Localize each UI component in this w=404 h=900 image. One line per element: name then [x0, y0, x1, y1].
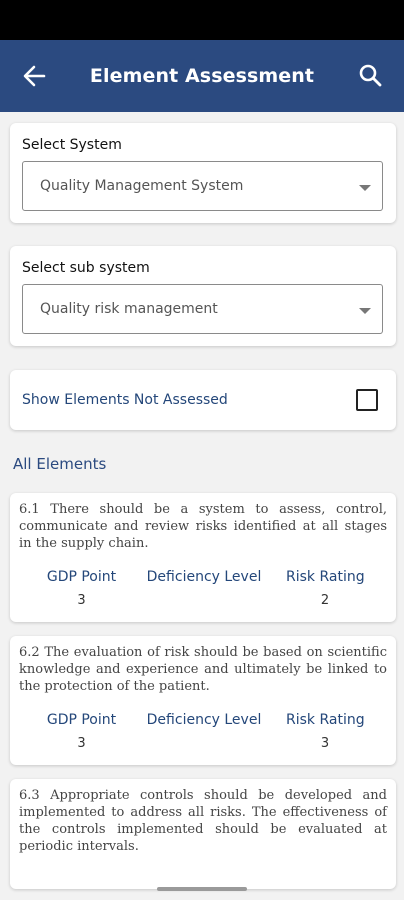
subsystem-card: Select sub system Quality risk managemen… [10, 246, 396, 346]
system-card: Select System Quality Management System [10, 123, 396, 223]
element-text: 6.3 Appropriate controls should be devel… [19, 788, 387, 854]
deficiency-level: Deficiency Level [146, 712, 262, 736]
risk-rating: Risk Rating 3 [286, 712, 365, 751]
risk-rating-label: Risk Rating [286, 712, 365, 728]
app-bar: Element Assessment [0, 40, 404, 112]
subsystem-dropdown[interactable]: Quality risk management [22, 284, 383, 334]
page-title: Element Assessment [89, 65, 315, 87]
gdp-point-label: GDP Point [46, 569, 117, 585]
gdp-point-value: 3 [77, 593, 86, 608]
element-card[interactable]: 6.1 There should be a system to assess, … [10, 493, 396, 622]
deficiency-level-label: Deficiency Level [146, 569, 262, 585]
chevron-down-icon [359, 308, 371, 314]
element-card[interactable]: 6.2 The evaluation of risk should be bas… [10, 636, 396, 765]
element-text: 6.1 There should be a system to assess, … [19, 502, 387, 551]
subsystem-value: Quality risk management [40, 301, 218, 317]
risk-rating: Risk Rating 2 [286, 569, 365, 608]
gdp-point: GDP Point 3 [44, 712, 119, 751]
section-title: All Elements [13, 455, 107, 473]
subsystem-label: Select sub system [22, 260, 150, 276]
gesture-nav-bar[interactable] [157, 887, 247, 891]
system-label: Select System [22, 137, 122, 153]
search-icon[interactable] [356, 62, 386, 90]
deficiency-level: Deficiency Level [146, 569, 262, 593]
gdp-point-label: GDP Point [46, 712, 117, 728]
arrow-left-icon[interactable] [20, 62, 50, 90]
filter-card[interactable]: Show Elements Not Assessed [10, 370, 396, 430]
gdp-point: GDP Point 3 [44, 569, 119, 608]
filter-label: Show Elements Not Assessed [22, 392, 228, 408]
system-value: Quality Management System [40, 178, 244, 194]
element-card[interactable]: 6.3 Appropriate controls should be devel… [10, 779, 396, 889]
chevron-down-icon [359, 185, 371, 191]
risk-rating-value: 3 [320, 736, 330, 751]
deficiency-level-label: Deficiency Level [146, 712, 262, 728]
gdp-point-value: 3 [77, 736, 86, 751]
system-dropdown[interactable]: Quality Management System [22, 161, 383, 211]
status-bar [0, 0, 404, 40]
risk-rating-label: Risk Rating [286, 569, 365, 585]
element-text: 6.2 The evaluation of risk should be bas… [19, 645, 387, 694]
risk-rating-value: 2 [320, 593, 330, 608]
not-assessed-checkbox[interactable] [356, 389, 378, 411]
